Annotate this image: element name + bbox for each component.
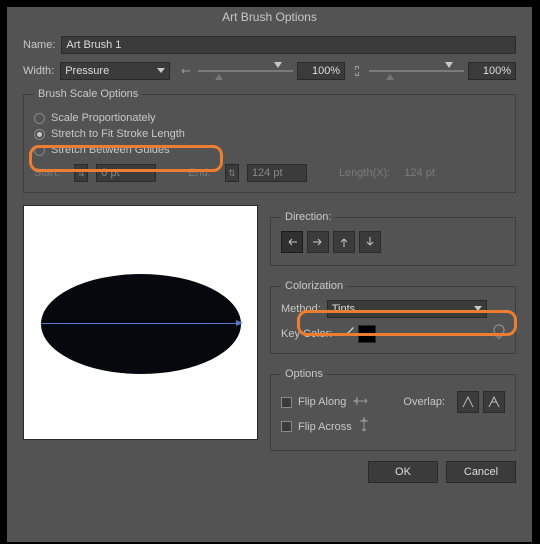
method-label: Method: — [281, 303, 321, 315]
unlink-left-icon — [178, 63, 194, 79]
direction-down-button[interactable] — [359, 231, 381, 253]
radio-stretch-to-fit[interactable]: Stretch to Fit Stroke Length — [34, 128, 505, 140]
end-label: End: — [188, 167, 211, 179]
name-input[interactable] — [61, 36, 516, 54]
caret-down-icon — [474, 303, 482, 315]
ok-button[interactable]: OK — [368, 461, 438, 483]
width-label: Width: — [23, 65, 54, 77]
end-field: 124 pt — [247, 164, 307, 182]
direction-left-button[interactable] — [281, 231, 303, 253]
method-value: Tints — [332, 303, 355, 315]
direction-right-button[interactable] — [307, 231, 329, 253]
flip-along-icon — [352, 395, 370, 410]
direction-group: Direction: — [270, 211, 516, 266]
width-mode-value: Pressure — [65, 65, 109, 77]
direction-up-button[interactable] — [333, 231, 355, 253]
tip-icon[interactable] — [493, 324, 505, 343]
brush-scale-group: Brush Scale Options Scale Proportionatel… — [23, 88, 516, 193]
flip-across-label: Flip Across — [298, 421, 352, 433]
overlap-label: Overlap: — [403, 396, 445, 408]
name-label: Name: — [23, 39, 55, 51]
radio-label-proportional: Scale Proportionately — [51, 112, 156, 124]
overlap-adjust-button[interactable] — [483, 391, 505, 413]
overlap-none-button[interactable] — [457, 391, 479, 413]
lengthx-label: Length(X): — [339, 167, 390, 179]
start-label: Start: — [34, 167, 60, 179]
brush-preview — [23, 205, 258, 440]
options-legend: Options — [281, 368, 327, 380]
brush-scale-legend: Brush Scale Options — [34, 88, 142, 100]
width-max-slider[interactable] — [369, 64, 464, 78]
preview-direction-arrow — [41, 323, 241, 324]
lengthx-value: 124 pt — [404, 167, 435, 179]
cancel-button[interactable]: Cancel — [446, 461, 516, 483]
keycolor-swatch[interactable] — [358, 325, 376, 343]
flip-along-checkbox[interactable] — [281, 397, 292, 408]
start-linker-icon: ⇅ — [74, 164, 88, 182]
keycolor-label: Key Color: — [281, 328, 332, 340]
width-min-field[interactable]: 100% — [297, 62, 345, 80]
link-icon[interactable] — [349, 63, 365, 79]
radio-label-stretch: Stretch to Fit Stroke Length — [51, 128, 185, 140]
flip-along-label: Flip Along — [298, 396, 346, 408]
end-linker-icon: ⇅ — [225, 164, 239, 182]
colorization-legend: Colorization — [281, 280, 347, 292]
colorization-group: Colorization Method: Tints Key Col — [270, 280, 516, 354]
radio-label-guides: Stretch Between Guides — [51, 144, 170, 156]
eyedropper-icon[interactable] — [342, 325, 356, 342]
width-mode-dropdown[interactable]: Pressure — [60, 62, 170, 80]
direction-legend: Direction: — [281, 211, 335, 223]
width-max-field[interactable]: 100% — [468, 62, 516, 80]
radio-scale-proportionately[interactable]: Scale Proportionately — [34, 112, 505, 124]
start-field: 0 pt — [96, 164, 156, 182]
flip-across-icon — [358, 416, 370, 437]
caret-down-icon — [157, 65, 165, 77]
options-group: Options Flip Along Overlap: — [270, 368, 516, 451]
width-min-slider[interactable] — [198, 64, 293, 78]
preview-ellipse-shape — [41, 274, 241, 374]
radio-stretch-guides[interactable]: Stretch Between Guides — [34, 144, 505, 156]
colorization-method-dropdown[interactable]: Tints — [327, 300, 487, 318]
dialog-title: Art Brush Options — [7, 7, 532, 30]
flip-across-checkbox[interactable] — [281, 421, 292, 432]
